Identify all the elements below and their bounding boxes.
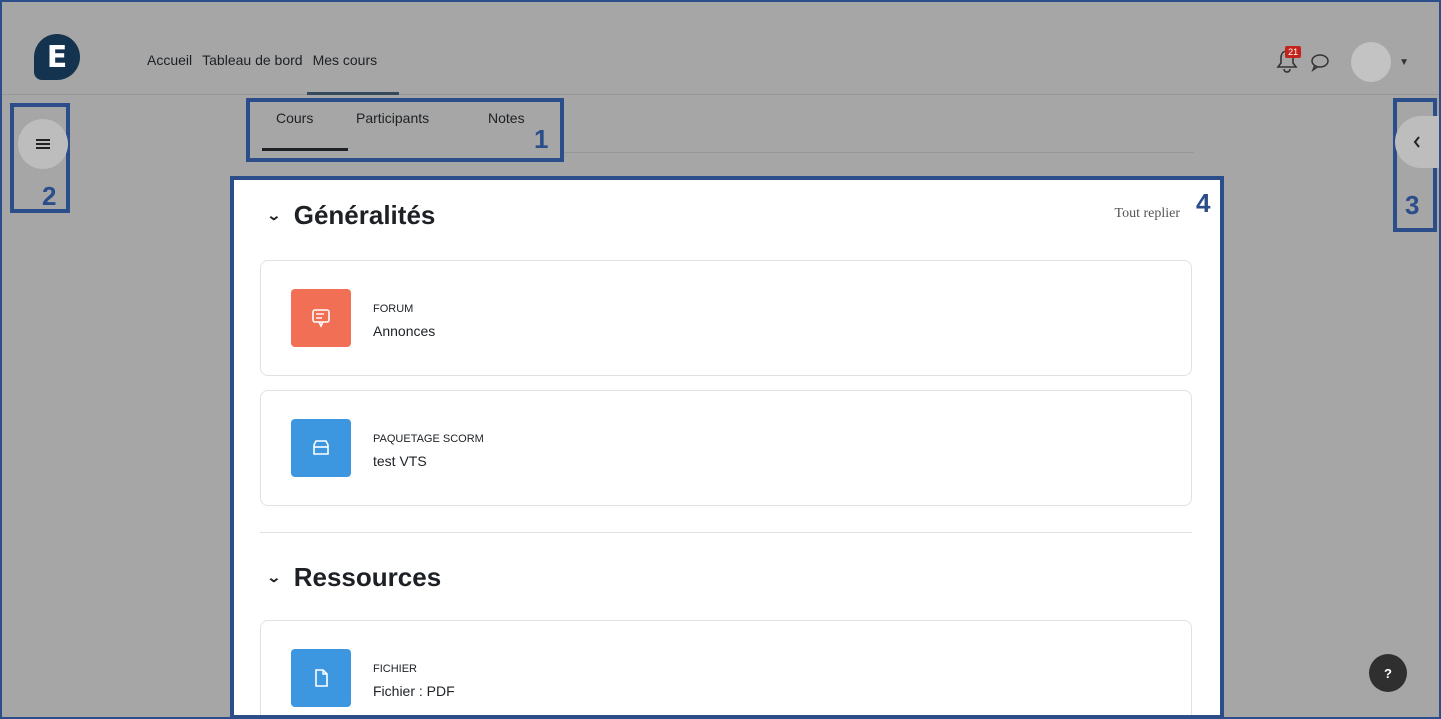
- section-header-ressources[interactable]: ⌄ Ressources: [266, 562, 442, 593]
- user-menu-area: 21 ▼: [1275, 42, 1409, 82]
- open-block-drawer-button[interactable]: [1395, 116, 1439, 168]
- activity-forum[interactable]: FORUM Annonces: [260, 260, 1192, 376]
- user-avatar[interactable]: [1351, 42, 1392, 82]
- course-tabs-callout: Cours Participants Notes 1: [246, 98, 564, 162]
- callout-number-1: 1: [534, 124, 549, 154]
- hamburger-menu-icon: [36, 139, 50, 149]
- messages-icon[interactable]: [1309, 51, 1331, 73]
- section-divider: [260, 532, 1192, 533]
- collapse-all-link[interactable]: Tout replier: [1115, 206, 1181, 222]
- logo-letter: E: [46, 39, 68, 75]
- open-course-index-button[interactable]: [18, 119, 68, 169]
- package-icon[interactable]: [291, 419, 351, 477]
- forum-icon[interactable]: [291, 289, 351, 347]
- activity-name-link[interactable]: Fichier : PDF: [373, 683, 455, 699]
- activity-name-link[interactable]: Annonces: [373, 323, 435, 339]
- tabs-divider: [564, 152, 1194, 153]
- site-logo[interactable]: E: [34, 34, 80, 80]
- chevron-down-icon: ⌄: [266, 569, 282, 585]
- top-navbar: E Accueil Tableau de bord Mes cours 21 ▼: [2, 2, 1439, 95]
- activity-name-link[interactable]: test VTS: [373, 453, 427, 469]
- notifications-button[interactable]: 21: [1275, 46, 1303, 76]
- callout-number-4: 4: [1196, 188, 1211, 218]
- activity-type: FORUM: [373, 303, 414, 315]
- chevron-down-icon: ⌄: [266, 207, 282, 223]
- activity-file[interactable]: FICHIER Fichier : PDF: [260, 620, 1192, 715]
- section-title: Généralités: [293, 200, 436, 230]
- primary-navigation: Accueil Tableau de bord Mes cours: [147, 52, 399, 95]
- course-content-callout: ⌄ Généralités Tout replier 4 FORUM Annon…: [230, 176, 1224, 719]
- activity-type: PAQUETAGE SCORM: [373, 433, 484, 445]
- user-menu-chevron-down-icon[interactable]: ▼: [1399, 57, 1409, 68]
- tab-cours[interactable]: Cours: [276, 110, 313, 126]
- file-icon-glyph: [315, 669, 328, 687]
- section-header-generalites[interactable]: ⌄ Généralités: [266, 200, 436, 231]
- tab-notes[interactable]: Notes: [488, 110, 525, 126]
- nav-link-tableau-de-bord[interactable]: Tableau de bord: [202, 52, 302, 68]
- section-title: Ressources: [293, 562, 442, 592]
- activity-type: FICHIER: [373, 663, 417, 675]
- active-tab-indicator: [262, 148, 348, 151]
- file-icon[interactable]: [291, 649, 351, 707]
- callout-number-3: 3: [1405, 190, 1420, 220]
- nav-link-accueil[interactable]: Accueil: [147, 52, 192, 68]
- right-drawer-callout: 3: [1393, 98, 1439, 232]
- notification-count-badge: 21: [1285, 46, 1302, 58]
- nav-link-mes-cours[interactable]: Mes cours: [306, 52, 399, 95]
- callout-number-2: 2: [42, 181, 57, 211]
- tab-participants[interactable]: Participants: [356, 110, 429, 126]
- package-icon-glyph: [313, 440, 329, 455]
- left-drawer-callout: 2: [10, 103, 70, 213]
- help-button[interactable]: ?: [1369, 654, 1407, 692]
- chevron-left-icon: [1413, 136, 1420, 148]
- forum-icon-glyph: [312, 309, 330, 328]
- activity-scorm[interactable]: PAQUETAGE SCORM test VTS: [260, 390, 1192, 506]
